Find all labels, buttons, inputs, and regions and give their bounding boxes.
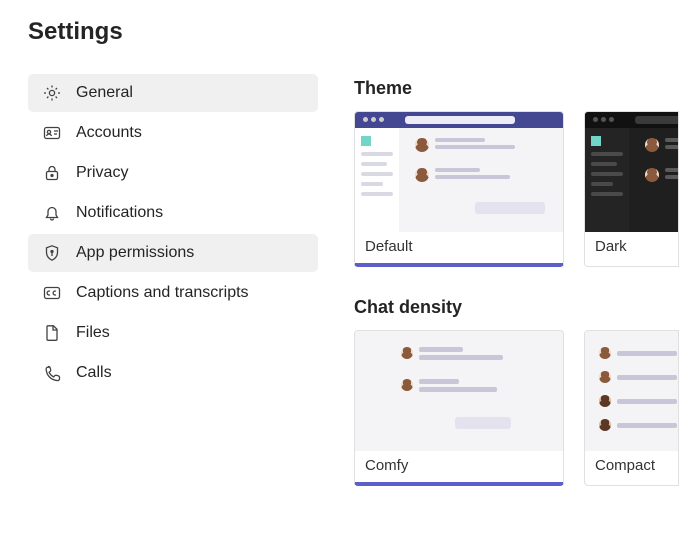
theme-option-label: Dark (585, 232, 678, 263)
sidebar-item-label: Captions and transcripts (76, 284, 249, 302)
gear-icon (42, 83, 62, 103)
id-card-icon (42, 123, 62, 143)
sidebar-item-label: App permissions (76, 244, 194, 262)
sidebar-item-app-permissions[interactable]: App permissions (28, 234, 318, 272)
sidebar-item-label: Accounts (76, 124, 142, 142)
bell-icon (42, 203, 62, 223)
theme-option-dark[interactable]: Dark (584, 111, 679, 267)
shield-icon (42, 243, 62, 263)
sidebar-item-notifications[interactable]: Notifications (28, 194, 318, 232)
sidebar-item-general[interactable]: General (28, 74, 318, 112)
sidebar-item-label: Privacy (76, 164, 128, 182)
file-icon (42, 323, 62, 343)
page-title: Settings (28, 18, 700, 46)
sidebar-item-label: Notifications (76, 204, 163, 222)
chat-density-preview-compact (585, 331, 678, 451)
theme-section-title: Theme (354, 78, 700, 99)
phone-icon (42, 363, 62, 383)
chat-density-options-row: Comfy Compact (354, 330, 700, 486)
sidebar-item-calls[interactable]: Calls (28, 354, 318, 392)
chat-density-preview-comfy (355, 331, 563, 451)
sidebar-item-label: General (76, 84, 133, 102)
lock-icon (42, 163, 62, 183)
theme-options-row: Default (354, 111, 700, 267)
theme-option-default[interactable]: Default (354, 111, 564, 267)
chat-density-option-comfy[interactable]: Comfy (354, 330, 564, 486)
sidebar-item-accounts[interactable]: Accounts (28, 114, 318, 152)
chat-density-option-compact[interactable]: Compact (584, 330, 679, 486)
sidebar-item-privacy[interactable]: Privacy (28, 154, 318, 192)
sidebar-item-captions-transcripts[interactable]: Captions and transcripts (28, 274, 318, 312)
sidebar-item-label: Calls (76, 364, 112, 382)
theme-option-label: Default (355, 232, 563, 263)
cc-icon (42, 283, 62, 303)
settings-sidebar: General Accounts (28, 74, 318, 516)
sidebar-item-files[interactable]: Files (28, 314, 318, 352)
chat-density-option-label: Comfy (355, 451, 563, 482)
settings-main: Theme (354, 74, 700, 516)
theme-preview-dark (585, 112, 678, 232)
chat-density-option-label: Compact (585, 451, 678, 482)
theme-preview-default (355, 112, 563, 232)
sidebar-item-label: Files (76, 324, 110, 342)
chat-density-section-title: Chat density (354, 297, 700, 318)
